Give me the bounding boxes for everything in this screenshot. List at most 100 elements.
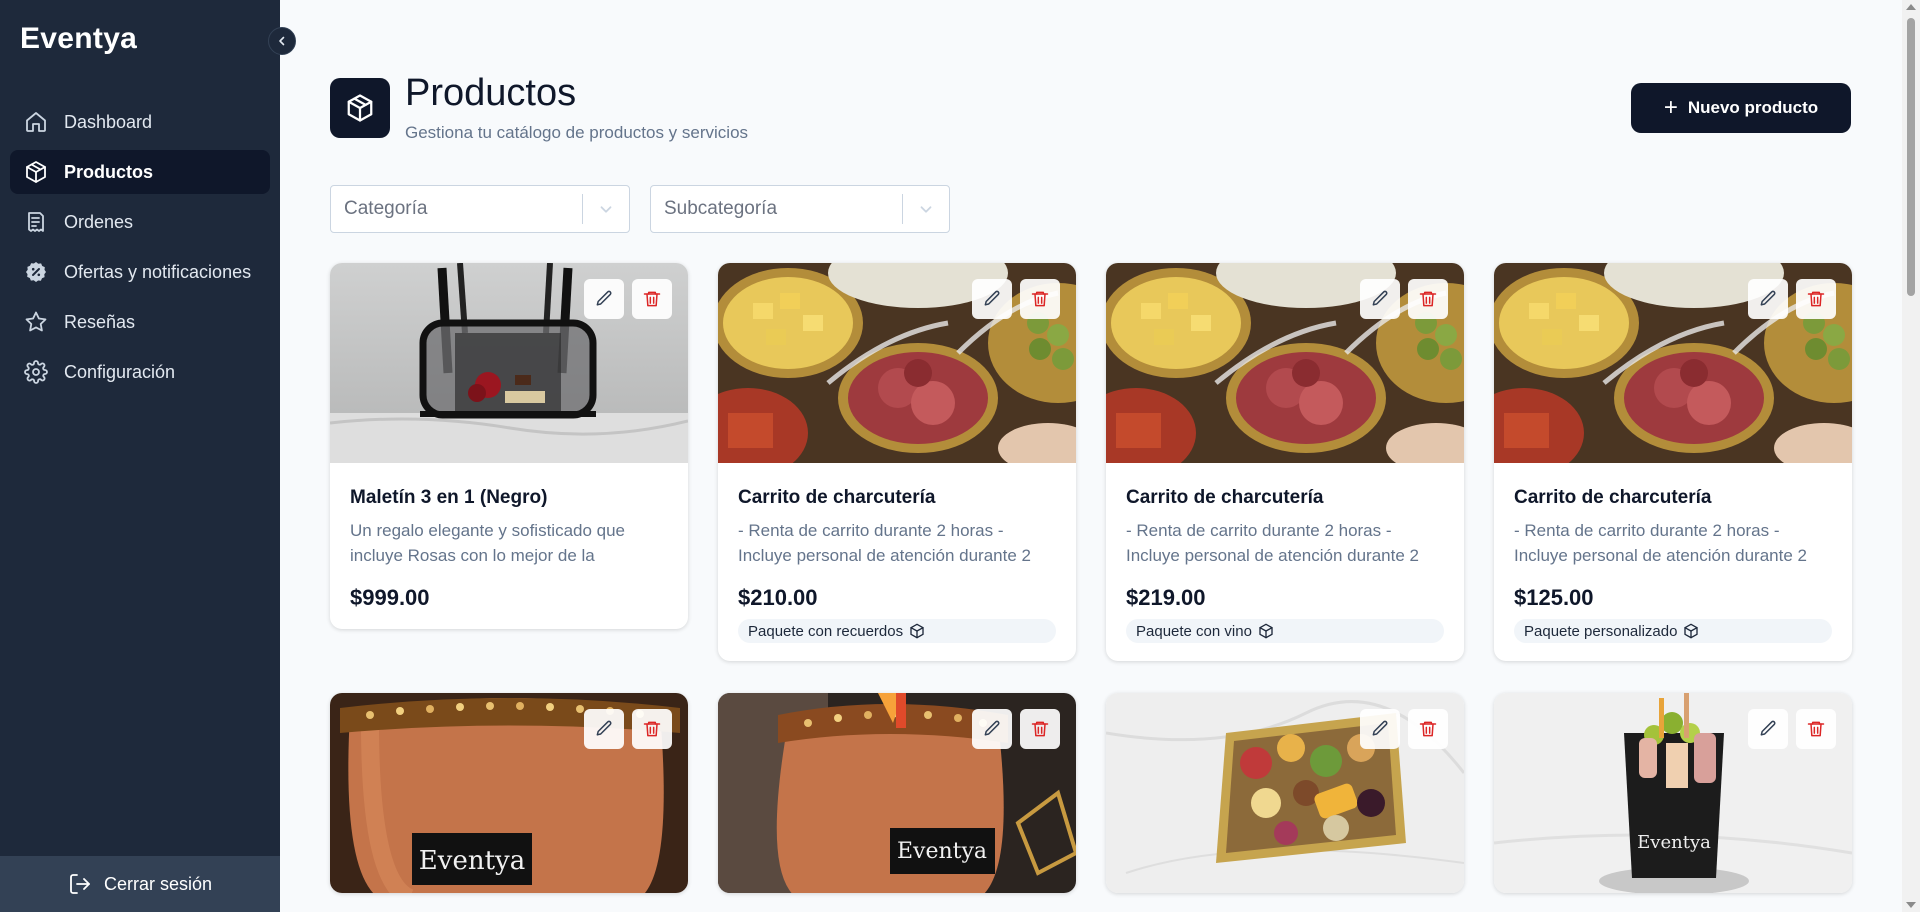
page-title-icon <box>330 78 390 138</box>
edit-button[interactable] <box>1748 709 1788 749</box>
box-icon <box>26 161 46 183</box>
product-card[interactable]: Carrito de charcutería - Renta de carrit… <box>718 263 1076 661</box>
product-description: Un regalo elegante y sofisticado que inc… <box>350 521 626 565</box>
category-placeholder: Categoría <box>344 198 428 219</box>
product-image <box>718 263 1076 463</box>
product-title: Carrito de charcutería <box>1514 487 1712 508</box>
package-tag: Paquete con recuerdos <box>738 619 1056 643</box>
sidebar-item-productos[interactable]: Productos <box>10 150 270 194</box>
trash-icon <box>1807 721 1825 737</box>
product-image: Eventya <box>1494 693 1852 893</box>
trash-icon <box>1031 721 1049 737</box>
box-icon <box>1684 623 1699 639</box>
subcategory-placeholder: Subcategoría <box>664 198 778 219</box>
package-tag: Paquete personalizado <box>1514 619 1832 643</box>
sidebar-item-label: Productos <box>64 161 154 182</box>
subcategory-select[interactable]: Subcategoría <box>650 185 950 233</box>
scrollbar-thumb[interactable] <box>1907 18 1915 296</box>
pot-brand-label: Eventya <box>419 846 525 876</box>
product-card-body: Carrito de charcutería - Renta de carrit… <box>718 463 1076 661</box>
pencil-icon <box>596 720 612 736</box>
edit-button[interactable] <box>584 279 624 319</box>
trash-icon <box>643 291 661 307</box>
gear-icon <box>24 360 48 384</box>
sidebar-collapse-button[interactable] <box>268 27 296 55</box>
sidebar-item-resenas[interactable]: Reseñas <box>10 300 270 344</box>
trash-icon <box>1419 721 1437 737</box>
edit-button[interactable] <box>1360 279 1400 319</box>
receipt-icon <box>28 212 44 232</box>
trash-icon <box>1031 291 1049 307</box>
trash-icon <box>643 721 661 737</box>
pencil-icon <box>984 290 1000 306</box>
trash-icon <box>1419 291 1437 307</box>
sidebar-item-ordenes[interactable]: Ordenes <box>10 200 270 244</box>
scroll-down-arrow-icon[interactable] <box>1906 902 1916 908</box>
product-card-body: Maletín 3 en 1 (Negro) Un regalo elegant… <box>330 463 688 629</box>
product-price: $210.00 <box>738 585 818 610</box>
pencil-icon <box>1760 290 1776 306</box>
product-image <box>1106 263 1464 463</box>
delete-button[interactable] <box>1020 279 1060 319</box>
product-title: Maletín 3 en 1 (Negro) <box>350 487 548 508</box>
package-tag-label: Paquete personalizado <box>1524 622 1678 640</box>
product-description: - Renta de carrito durante 2 horas - Inc… <box>1514 521 1807 565</box>
chevron-down-icon[interactable] <box>903 200 949 218</box>
product-price: $125.00 <box>1514 585 1594 610</box>
box-icon <box>347 94 373 122</box>
main-content: Productos Gestiona tu catálogo de produc… <box>280 0 1902 912</box>
sidebar-item-label: Configuración <box>64 361 176 382</box>
edit-button[interactable] <box>1360 709 1400 749</box>
chevron-left-icon <box>279 36 285 46</box>
product-card[interactable]: Maletín 3 en 1 (Negro) Un regalo elegant… <box>330 263 688 629</box>
product-description: - Renta de carrito durante 2 horas - Inc… <box>1126 521 1419 565</box>
sidebar-item-configuracion[interactable]: Configuración <box>10 350 270 394</box>
trash-icon <box>1807 291 1825 307</box>
edit-button[interactable] <box>972 709 1012 749</box>
sidebar-item-label: Dashboard <box>64 111 153 132</box>
package-tag: Paquete con vino <box>1126 619 1444 643</box>
product-card[interactable]: Eventya <box>330 693 688 893</box>
chevron-down-icon[interactable] <box>583 200 629 218</box>
page-subtitle: Gestiona tu catálogo de productos y serv… <box>405 123 749 142</box>
category-select[interactable]: Categoría <box>330 185 630 233</box>
badge-percent-icon <box>26 262 46 282</box>
package-tag-label: Paquete con vino <box>1136 622 1252 640</box>
product-card-body: Carrito de charcutería - Renta de carrit… <box>1106 463 1464 661</box>
box-icon <box>910 623 924 639</box>
pot-brand-label: Eventya <box>897 839 987 864</box>
page-title: Productos <box>405 72 577 114</box>
scroll-up-arrow-icon[interactable] <box>1906 4 1916 10</box>
delete-button[interactable] <box>632 279 672 319</box>
star-icon <box>25 311 47 332</box>
edit-button[interactable] <box>1748 279 1788 319</box>
logout-button[interactable]: Cerrar sesión <box>0 856 280 912</box>
edit-button[interactable] <box>584 709 624 749</box>
delete-button[interactable] <box>1796 709 1836 749</box>
delete-button[interactable] <box>1408 279 1448 319</box>
brand-logo[interactable]: Eventya <box>20 22 137 56</box>
delete-button[interactable] <box>1020 709 1060 749</box>
product-card[interactable]: Eventya <box>718 693 1076 893</box>
home-icon <box>26 112 46 132</box>
product-card[interactable]: Eventya <box>1494 693 1852 893</box>
sidebar-item-ofertas[interactable]: Ofertas y notificaciones <box>10 250 270 294</box>
sidebar-item-dashboard[interactable]: Dashboard <box>10 100 270 144</box>
new-product-button[interactable]: + Nuevo producto <box>1631 83 1851 133</box>
edit-button[interactable] <box>972 279 1012 319</box>
delete-button[interactable] <box>632 709 672 749</box>
new-product-label: Nuevo producto <box>1687 98 1819 117</box>
delete-button[interactable] <box>1408 709 1448 749</box>
delete-button[interactable] <box>1796 279 1836 319</box>
product-title: Carrito de charcutería <box>738 487 936 508</box>
pencil-icon <box>1372 290 1388 306</box>
page-scrollbar[interactable] <box>1902 0 1920 912</box>
product-card[interactable]: Carrito de charcutería - Renta de carrit… <box>1494 263 1852 661</box>
product-image: Eventya <box>330 693 688 893</box>
pencil-icon <box>596 290 612 306</box>
product-price: $999.00 <box>350 585 430 610</box>
product-image <box>1494 263 1852 463</box>
sidebar-item-label: Ofertas y notificaciones <box>64 261 252 282</box>
product-card[interactable] <box>1106 693 1464 893</box>
product-card[interactable]: Carrito de charcutería - Renta de carrit… <box>1106 263 1464 661</box>
